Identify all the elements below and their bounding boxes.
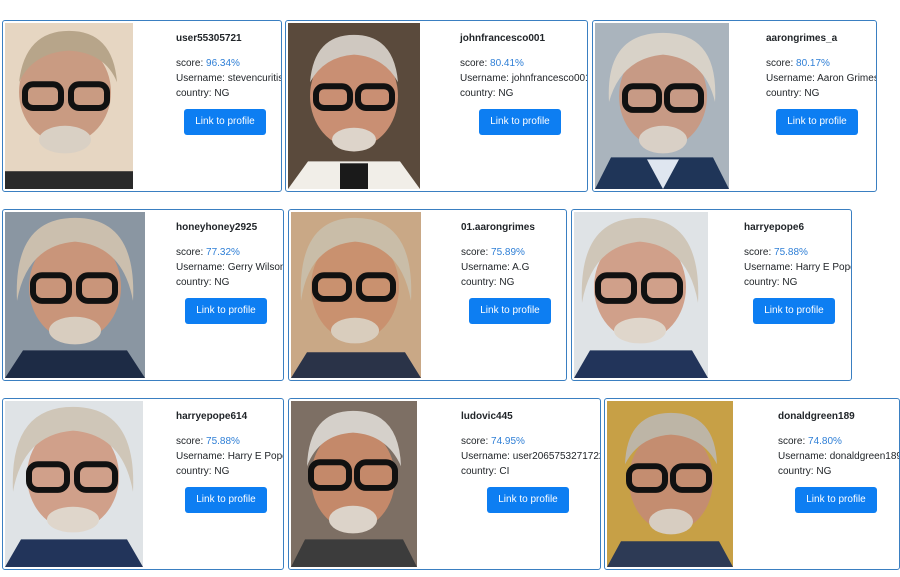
score-line: score: 75.89% [461,247,525,258]
score-value: 74.80% [808,436,842,447]
username-value: user2065753271722 [512,451,601,462]
username-line: Username: A.G [461,262,530,273]
score-line: score: 75.88% [176,436,240,447]
username-line: Username: Harry E Pope [744,260,852,275]
card-handle: ludovic445 [461,411,513,422]
country-line: country: NG [460,88,514,99]
country-line: country: NG [176,88,230,99]
link-to-profile-button[interactable]: Link to profile [184,109,266,135]
card-handle: johnfrancesco001 [460,33,546,44]
result-card: ludovic445 score: 74.95% Username: user2… [288,398,601,570]
country-value: NG [804,88,820,99]
country-value: NG [816,466,832,477]
username-value: Aaron Grimes [817,73,877,84]
link-to-profile-button[interactable]: Link to profile [469,298,551,324]
profile-photo [5,401,143,567]
profile-photo [607,401,733,567]
score-line: score: 74.95% [461,436,525,447]
link-to-profile-button[interactable]: Link to profile [185,487,267,513]
result-card: harryepope614 score: 75.88% Username: Ha… [2,398,284,570]
result-card: harryepope6 score: 75.88% Username: Harr… [571,209,852,381]
username-value: A.G [512,262,530,273]
country-line: country: NG [744,277,798,288]
country-value: NG [214,277,230,288]
username-value: stevencuritis [227,73,282,84]
score-line: score: 77.32% [176,247,240,258]
username-line: Username: johnfrancesco001 [460,71,588,86]
username-line: Username: Aaron Grimes [766,73,877,84]
score-value: 74.95% [491,436,525,447]
username-line: Username: Harry E Pope [176,449,284,464]
score-value: 75.88% [206,436,240,447]
profile-photo [574,212,708,378]
link-to-profile-button[interactable]: Link to profile [795,487,877,513]
profile-photo [288,23,420,189]
username-value: donaldgreen189 [829,451,900,462]
link-to-profile-button[interactable]: Link to profile [185,298,267,324]
link-to-profile-button[interactable]: Link to profile [487,487,569,513]
country-line: country: NG [461,277,515,288]
result-card: donaldgreen189 score: 74.80% Username: d… [604,398,900,570]
username-value: Gerry Wilson [227,262,284,273]
score-value: 80.41% [490,58,524,69]
username-line: Username: user2065753271722 [461,449,601,464]
profile-photo [5,212,145,378]
card-handle: aarongrimes_a [766,33,838,44]
result-card: 01.aarongrimes score: 75.89% Username: A… [288,209,567,381]
country-line: country: NG [778,466,832,477]
username-value: johnfrancesco001 [511,73,588,84]
score-line: score: 80.41% [460,58,524,69]
username-value: Harry E Pope [795,262,852,273]
country-line: country: NG [176,466,230,477]
profile-photo [5,23,133,189]
profile-photo [291,212,421,378]
country-value: NG [214,88,230,99]
score-value: 75.88% [774,247,808,258]
result-card: johnfrancesco001 score: 80.41% Username:… [285,20,588,192]
card-handle: harryepope6 [744,222,805,233]
country-value: NG [499,277,515,288]
card-handle: user55305721 [176,33,242,44]
card-handle: honeyhoney2925 [176,222,258,233]
profile-photo [291,401,417,567]
score-line: score: 80.17% [766,58,830,69]
country-value: NG [214,466,230,477]
result-card: user55305721 score: 96.34% Username: ste… [2,20,282,192]
link-to-profile-button[interactable]: Link to profile [479,109,561,135]
card-handle: harryepope614 [176,411,248,422]
link-to-profile-button[interactable]: Link to profile [753,298,835,324]
country-line: country: CI [461,466,510,477]
link-to-profile-button[interactable]: Link to profile [776,109,858,135]
result-card: honeyhoney2925 score: 77.32% Username: G… [2,209,284,381]
country-value: CI [499,466,510,477]
country-line: country: NG [766,88,820,99]
username-line: Username: Gerry Wilson [176,262,284,273]
country-value: NG [498,88,514,99]
card-handle: 01.aarongrimes [461,222,535,233]
score-value: 75.89% [491,247,525,258]
country-line: country: NG [176,277,230,288]
username-value: Harry E Pope [227,451,284,462]
score-line: score: 74.80% [778,436,842,447]
score-value: 96.34% [206,58,240,69]
profile-photo [595,23,729,189]
result-card: aarongrimes_a score: 80.17% Username: Aa… [592,20,877,192]
score-value: 77.32% [206,247,240,258]
username-line: Username: stevencuritis [176,73,282,84]
card-handle: donaldgreen189 [778,411,855,422]
score-line: score: 75.88% [744,247,808,258]
username-line: Username: donaldgreen189 [778,451,900,462]
score-value: 80.17% [796,58,830,69]
country-value: NG [782,277,798,288]
score-line: score: 96.34% [176,58,240,69]
